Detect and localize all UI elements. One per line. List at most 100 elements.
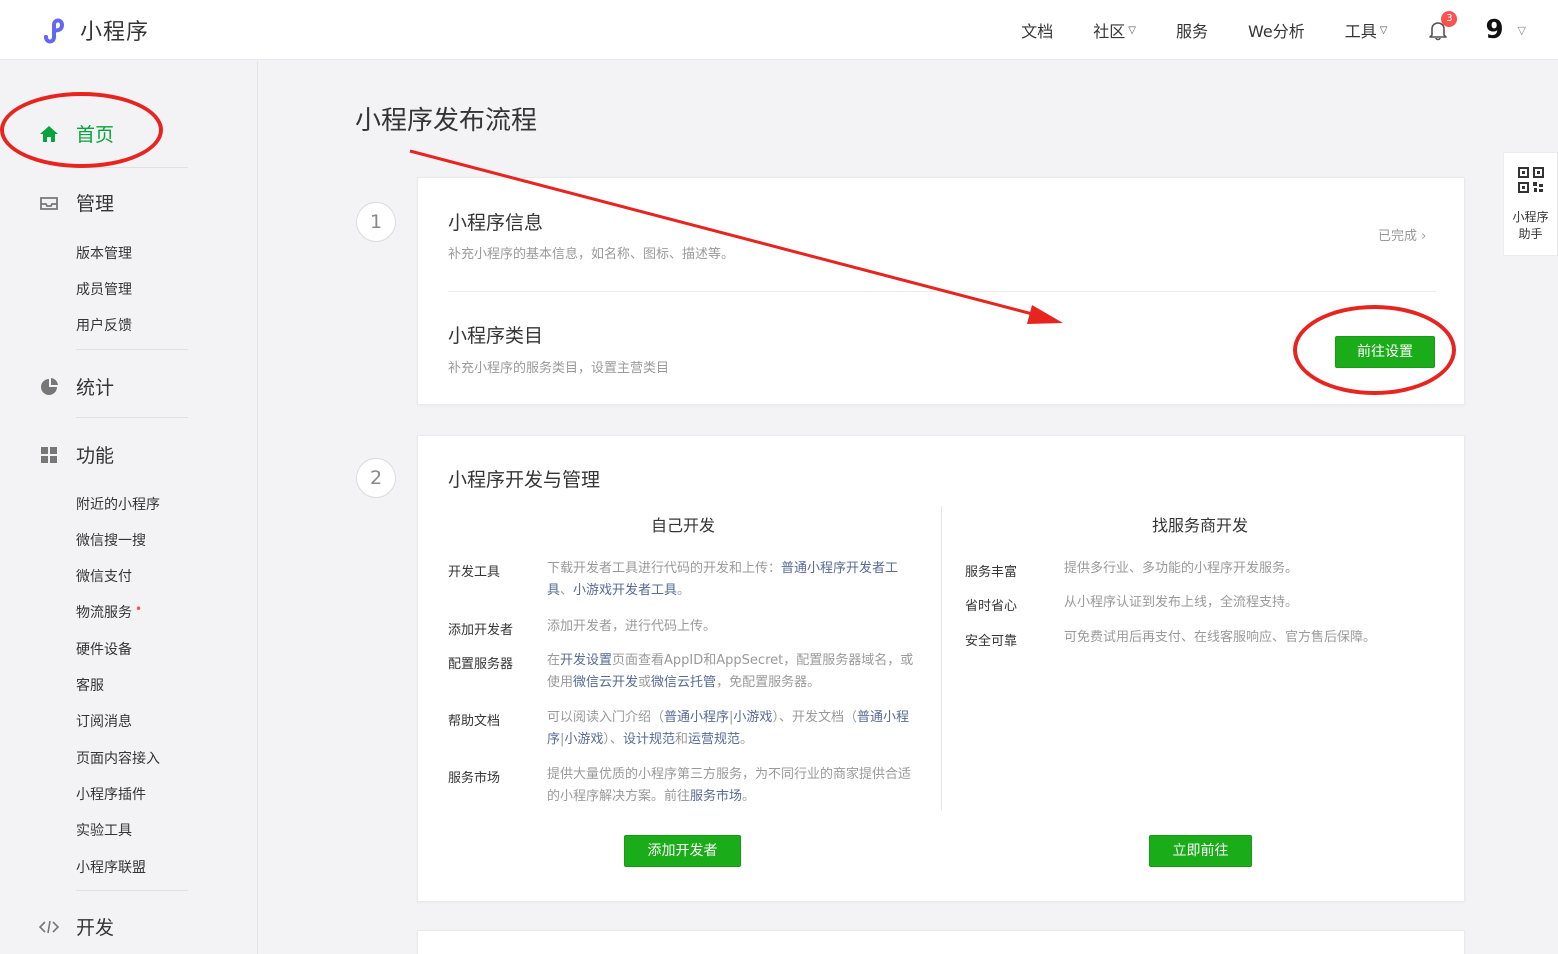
dev-tools-end: 。 bbox=[677, 583, 691, 598]
pie-chart-icon bbox=[38, 376, 60, 398]
miniprogram-logo-icon bbox=[44, 18, 65, 44]
sidebar-item-user-feedback[interactable]: 用户反馈 bbox=[76, 315, 132, 335]
sidebar-item-subscribe-msg[interactable]: 订阅消息 bbox=[76, 711, 132, 731]
link-docs-game[interactable]: 小游戏 bbox=[564, 732, 603, 747]
link-ops-spec[interactable]: 运营规范 bbox=[688, 732, 740, 747]
link-dev-settings[interactable]: 开发设置 bbox=[560, 653, 612, 668]
notification-badge: 3 bbox=[1441, 11, 1458, 27]
home-icon bbox=[38, 123, 60, 145]
sidebar-item-dev-label: 开发 bbox=[76, 917, 115, 939]
link-design-spec[interactable]: 设计规范 bbox=[623, 732, 675, 747]
step-number-1: 1 bbox=[356, 202, 396, 242]
sidebar-divider bbox=[76, 417, 188, 418]
category-desc: 补充小程序的服务类目，设置主营类目 bbox=[448, 361, 670, 376]
link-game-dev-tool[interactable]: 小游戏开发者工具 bbox=[573, 583, 677, 598]
row-text-secure: 可免费试用后再支付、在线客服响应、官方售后保障。 bbox=[1064, 630, 1377, 645]
row-text-help-docs: 可以阅读入门介绍（普通小程序|小游戏）、开发文档（普通小程序|小游戏）、设计规范… bbox=[547, 707, 917, 751]
link-cloud-dev[interactable]: 微信云开发 bbox=[573, 675, 638, 690]
top-nav: 文档 社区 ▽ 服务 We分析 工具 ▽ 3 9 ▽ bbox=[981, 0, 1526, 60]
row-text-rich: 提供多行业、多功能的小程序开发服务。 bbox=[1064, 561, 1299, 576]
nav-community[interactable]: 社区 ▽ bbox=[1093, 18, 1136, 42]
sidebar-item-nearby[interactable]: 附近的小程序 bbox=[76, 494, 160, 514]
info-title: 小程序信息 bbox=[448, 212, 544, 234]
sidebar-item-logistics[interactable]: 物流服务 • bbox=[76, 602, 142, 622]
sidebar-item-home-label: 首页 bbox=[76, 124, 115, 146]
sidebar-item-hardware[interactable]: 硬件设备 bbox=[76, 639, 132, 659]
sidebar: 首页 管理 版本管理 成员管理 用户反馈 统计 功能 附近的小程序 微信搜一搜 … bbox=[0, 61, 258, 954]
sidebar-item-member-manage[interactable]: 成员管理 bbox=[76, 279, 132, 299]
row-text-dev-tools: 下载开发者工具进行代码的开发和上传：普通小程序开发者工具、小游戏开发者工具。 bbox=[547, 558, 917, 602]
sidebar-item-wechat-search[interactable]: 微信搜一搜 bbox=[76, 530, 146, 550]
sidebar-item-logistics-label: 物流服务 bbox=[76, 605, 132, 621]
info-status-link[interactable]: 已完成 › bbox=[1378, 225, 1426, 244]
chevron-down-icon[interactable]: ▽ bbox=[1518, 24, 1526, 37]
go-now-button[interactable]: 立即前往 bbox=[1149, 835, 1252, 867]
notification-button[interactable]: 3 bbox=[1427, 11, 1458, 41]
nav-services-label: 服务 bbox=[1175, 22, 1208, 41]
page-title: 小程序发布流程 bbox=[355, 106, 538, 136]
sidebar-item-manage[interactable]: 管理 bbox=[38, 189, 114, 216]
top-bar: 小程序 文档 社区 ▽ 服务 We分析 工具 ▽ 3 9 ▽ bbox=[0, 0, 1558, 60]
link-intro-game[interactable]: 小游戏 bbox=[733, 710, 772, 725]
sidebar-item-version-manage[interactable]: 版本管理 bbox=[76, 243, 132, 263]
help-text-pre: 可以阅读入门介绍（ bbox=[547, 710, 665, 725]
sidebar-divider bbox=[76, 890, 188, 891]
add-developer-button[interactable]: 添加开发者 bbox=[624, 835, 741, 867]
step2-card: 小程序开发与管理 自己开发 开发工具 下载开发者工具进行代码的开发和上传：普通小… bbox=[417, 435, 1465, 902]
vendor-dev-title: 找服务商开发 bbox=[1151, 516, 1248, 535]
step-number-2: 2 bbox=[356, 458, 396, 498]
nav-tools[interactable]: 工具 ▽ bbox=[1345, 18, 1388, 42]
row-label-server: 配置服务器 bbox=[448, 657, 514, 672]
chevron-down-icon: ▽ bbox=[1128, 24, 1136, 36]
go-settings-button[interactable]: 前往设置 bbox=[1335, 336, 1435, 368]
inbox-icon bbox=[38, 192, 60, 214]
helper-label-line1: 小程序 bbox=[1512, 210, 1549, 224]
sidebar-item-stats-label: 统计 bbox=[76, 377, 115, 399]
row-label-secure: 安全可靠 bbox=[965, 634, 1018, 649]
sidebar-divider bbox=[76, 167, 188, 168]
nav-tools-label: 工具 bbox=[1344, 22, 1377, 41]
nav-services[interactable]: 服务 bbox=[1176, 18, 1208, 42]
sidebar-item-home[interactable]: 首页 bbox=[38, 120, 114, 147]
logo[interactable]: 小程序 bbox=[38, 13, 149, 47]
row-label-save-time: 省时省心 bbox=[965, 599, 1018, 614]
step1-card: 小程序信息 补充小程序的基本信息，如名称、图标、描述等。 已完成 › 小程序类目… bbox=[417, 177, 1465, 405]
sidebar-item-features[interactable]: 功能 bbox=[38, 441, 114, 468]
sidebar-divider bbox=[76, 349, 188, 350]
help-text-end: 。 bbox=[739, 732, 753, 747]
nav-docs-label: 文档 bbox=[1021, 22, 1054, 41]
sidebar-item-customer-service[interactable]: 客服 bbox=[76, 675, 104, 695]
qr-code-icon bbox=[1517, 167, 1544, 193]
logo-text: 小程序 bbox=[80, 20, 150, 45]
link-intro-normal[interactable]: 普通小程序 bbox=[664, 710, 729, 725]
helper-label: 小程序 助手 bbox=[1504, 209, 1557, 243]
link-service-market[interactable]: 服务市场 bbox=[690, 789, 742, 804]
row-label-market: 服务市场 bbox=[448, 771, 501, 786]
row-text-save-time: 从小程序认证到发布上线，全流程支持。 bbox=[1064, 595, 1299, 610]
row-label-help-docs: 帮助文档 bbox=[448, 714, 501, 729]
link-cloud-hosting[interactable]: 微信云托管 bbox=[651, 675, 716, 690]
market-text-end: 。 bbox=[742, 789, 756, 804]
sidebar-item-alliance[interactable]: 小程序联盟 bbox=[76, 857, 146, 877]
miniprogram-helper-float[interactable]: 小程序 助手 bbox=[1503, 152, 1558, 256]
step3-card bbox=[417, 930, 1465, 954]
sidebar-item-features-label: 功能 bbox=[76, 445, 115, 467]
category-title: 小程序类目 bbox=[448, 325, 544, 347]
new-dot: • bbox=[135, 602, 143, 616]
sidebar-item-wechat-pay[interactable]: 微信支付 bbox=[76, 566, 132, 586]
nav-docs[interactable]: 文档 bbox=[1021, 18, 1053, 42]
dev-tools-text: 下载开发者工具进行代码的开发和上传： bbox=[547, 561, 782, 576]
grid-icon bbox=[38, 444, 60, 466]
avatar[interactable]: 9 bbox=[1485, 15, 1503, 45]
nav-we-analytics[interactable]: We分析 bbox=[1248, 18, 1305, 42]
sidebar-item-plugins[interactable]: 小程序插件 bbox=[76, 784, 146, 804]
server-text-end: ，免配置服务器。 bbox=[716, 675, 821, 690]
server-text-pre: 在 bbox=[547, 653, 561, 668]
sidebar-item-page-content[interactable]: 页面内容接入 bbox=[76, 748, 160, 768]
code-icon bbox=[38, 916, 60, 938]
card-divider bbox=[448, 291, 1436, 292]
row-text-server: 在开发设置页面查看AppID和AppSecret，配置服务器域名，或使用微信云开… bbox=[547, 650, 917, 694]
sidebar-item-lab-tools[interactable]: 实验工具 bbox=[76, 820, 132, 840]
sidebar-item-stats[interactable]: 统计 bbox=[38, 373, 114, 400]
sidebar-item-dev[interactable]: 开发 bbox=[38, 913, 114, 940]
